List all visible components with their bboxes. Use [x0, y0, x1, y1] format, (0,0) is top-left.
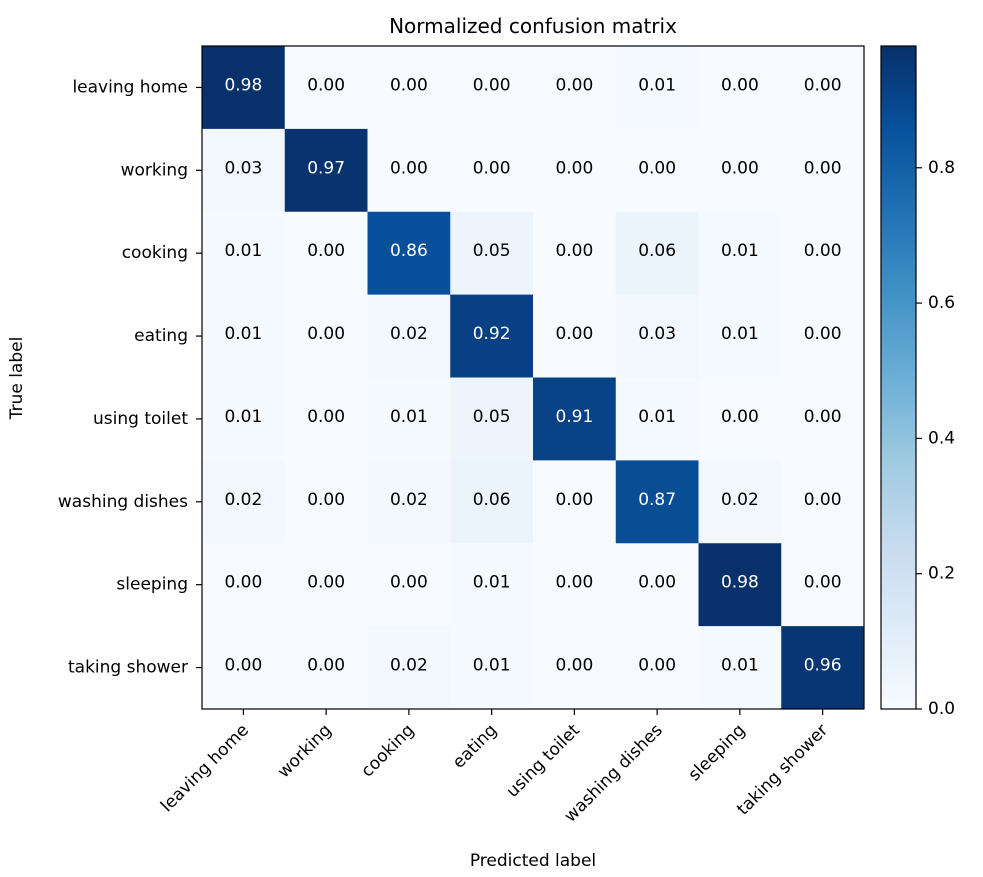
cell-value-label: 0.00 [555, 490, 593, 510]
cell-value-label: 0.02 [390, 324, 428, 344]
y-tick-label: using toilet [93, 409, 188, 429]
cell-value-label: 0.06 [638, 241, 676, 261]
cell-value-label: 0.00 [555, 656, 593, 676]
cell-value-label: 0.02 [721, 490, 759, 510]
cell-value-label: 0.91 [555, 407, 593, 427]
cell-value-label: 0.05 [473, 407, 511, 427]
x-axis-label: Predicted label [470, 851, 596, 871]
y-tick-label: sleeping [116, 575, 188, 595]
cell-value-label: 0.01 [224, 241, 262, 261]
cell-value-label: 0.00 [721, 75, 759, 95]
cell-value-label: 0.01 [721, 324, 759, 344]
cell-value-label: 0.00 [638, 573, 676, 593]
y-axis-label: True label [7, 337, 27, 421]
cell-value-label: 0.00 [804, 324, 842, 344]
cell-value-label: 0.03 [224, 158, 262, 178]
cell-value-label: 0.03 [638, 324, 676, 344]
colorbar: 0.0 0.2 0.4 0.6 0.8 [880, 45, 955, 719]
cell-value-label: 0.00 [638, 656, 676, 676]
cell-value-label: 0.00 [804, 407, 842, 427]
cell-value-label: 0.98 [224, 75, 262, 95]
colorbar-tick-label: 0.2 [928, 564, 955, 584]
x-tick-label: working [274, 720, 336, 782]
cell-value-label: 0.00 [555, 158, 593, 178]
x-tick-label: sleeping [685, 720, 750, 785]
cell-value-label: 0.00 [555, 75, 593, 95]
cell-value-label: 0.00 [307, 75, 345, 95]
colorbar-tick-label: 0.8 [928, 158, 955, 178]
cell-value-label: 0.00 [555, 573, 593, 593]
x-tick-label: eating [449, 720, 501, 772]
cell-value-label: 0.00 [638, 158, 676, 178]
x-tick-label: leaving home [157, 720, 253, 816]
cell-value-label: 0.01 [224, 324, 262, 344]
colorbar-gradient [880, 45, 917, 710]
cell-value-label: 0.00 [473, 75, 511, 95]
cell-value-label: 0.00 [555, 241, 593, 261]
y-tick-label: eating [134, 326, 188, 346]
cell-value-label: 0.01 [224, 407, 262, 427]
cell-value-label: 0.00 [224, 656, 262, 676]
cell-value-label: 0.01 [473, 656, 511, 676]
cell-value-label: 0.98 [721, 573, 759, 593]
cell-value-label: 0.00 [390, 573, 428, 593]
x-axis-ticks: leaving home working cooking eating using to… [157, 709, 832, 827]
colorbar-tick-label: 0.0 [928, 699, 955, 719]
cell-value-label: 0.02 [390, 656, 428, 676]
y-tick-label: taking shower [68, 658, 188, 678]
cell-value-label: 0.00 [721, 158, 759, 178]
colorbar-tick-label: 0.4 [928, 428, 955, 448]
cell-value-label: 0.00 [804, 158, 842, 178]
cell-value-label: 0.01 [390, 407, 428, 427]
x-tick-label: using toilet [503, 720, 585, 802]
cell-value-label: 0.00 [555, 324, 593, 344]
cell-value-label: 0.00 [307, 241, 345, 261]
cell-value-label: 0.96 [804, 656, 842, 676]
cell-value-label: 0.87 [638, 490, 676, 510]
cell-value-label: 0.00 [390, 158, 428, 178]
cell-value-label: 0.00 [804, 490, 842, 510]
cell-value-label: 0.00 [307, 407, 345, 427]
cell-value-label: 0.00 [804, 241, 842, 261]
colorbar-tick-label: 0.6 [928, 293, 955, 313]
cell-value-label: 0.01 [638, 75, 676, 95]
cell-value-label: 0.01 [638, 407, 676, 427]
cell-value-label: 0.02 [224, 490, 262, 510]
cell-value-label: 0.00 [307, 324, 345, 344]
cell-value-label: 0.00 [224, 573, 262, 593]
cell-value-label: 0.00 [473, 158, 511, 178]
cell-value-label: 0.00 [307, 573, 345, 593]
cell-value-label: 0.00 [390, 75, 428, 95]
y-axis-ticks: leaving home working cooking eating using to… [58, 77, 202, 678]
cell-value-label: 0.05 [473, 241, 511, 261]
chart-title: Normalized confusion matrix [389, 14, 677, 38]
colorbar-ticks: 0.0 0.2 0.4 0.6 0.8 [916, 158, 955, 719]
cell-value-label: 0.06 [473, 490, 511, 510]
cell-value-label: 0.02 [390, 490, 428, 510]
y-tick-label: washing dishes [58, 492, 188, 512]
x-tick-label: cooking [357, 720, 418, 781]
cell-value-label: 0.00 [307, 490, 345, 510]
cell-value-label: 0.00 [804, 573, 842, 593]
y-tick-label: cooking [122, 243, 188, 263]
cell-value-label: 0.00 [307, 656, 345, 676]
cell-value-label: 0.01 [721, 656, 759, 676]
cell-value-label: 0.92 [473, 324, 511, 344]
y-tick-label: leaving home [72, 77, 188, 97]
confusion-matrix-chart: Normalized confusion matrix 0.98 0.00 0.00… [7, 14, 955, 871]
cell-value-label: 0.01 [721, 241, 759, 261]
cell-value-label: 0.86 [390, 241, 428, 261]
y-tick-label: working [121, 160, 188, 180]
heatmap-cells [202, 46, 865, 710]
cell-value-label: 0.00 [804, 75, 842, 95]
cell-value-label: 0.97 [307, 158, 345, 178]
cell-value-label: 0.00 [721, 407, 759, 427]
cell-value-label: 0.01 [473, 573, 511, 593]
